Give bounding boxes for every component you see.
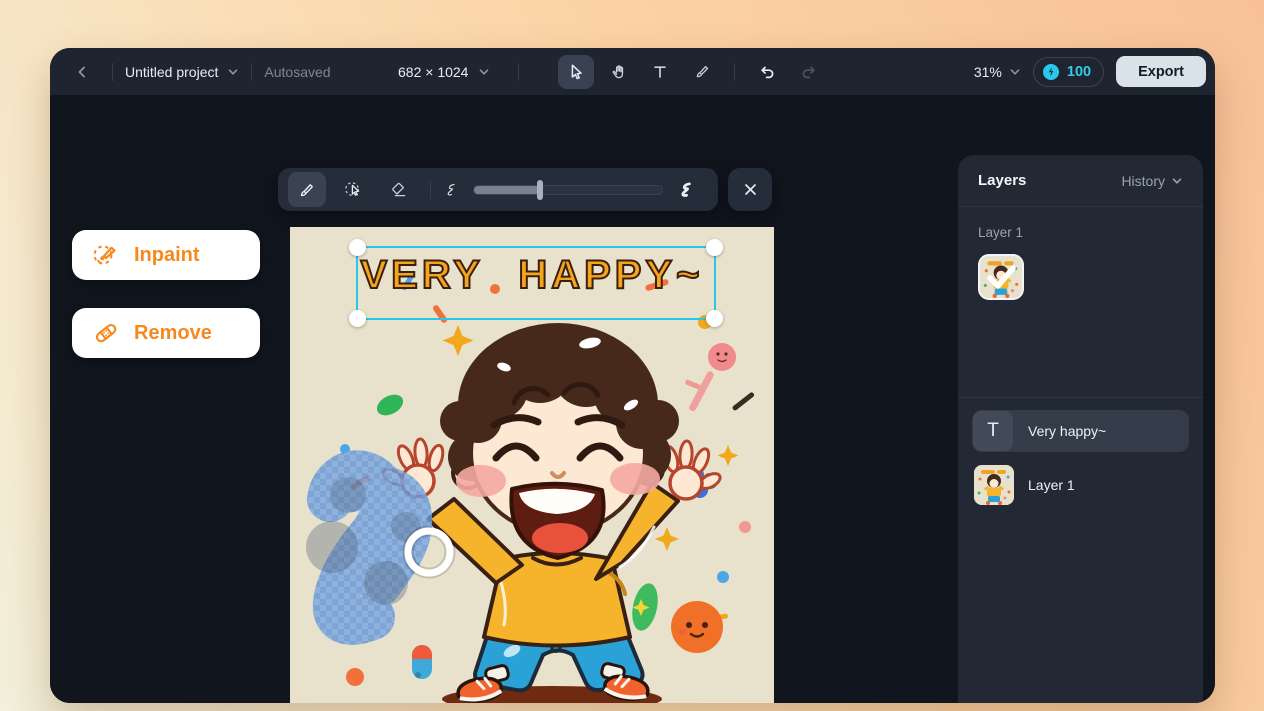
text-tool-button[interactable] [642, 55, 678, 89]
pointer-tool-button[interactable] [558, 54, 594, 89]
smart-select-icon [344, 180, 363, 199]
close-brush-toolbar-button[interactable] [728, 168, 772, 211]
undo-icon [758, 63, 776, 81]
selection-handle-top-right[interactable] [706, 239, 723, 256]
redo-icon [800, 63, 818, 81]
right-hand [662, 439, 722, 501]
eraser-tool-button[interactable] [380, 172, 418, 207]
divider [251, 62, 253, 81]
zoom-level-menu[interactable]: 31% [974, 64, 1021, 80]
zoom-level-value: 31% [973, 63, 1002, 80]
mask-brush-tool-button[interactable] [288, 172, 326, 207]
layers-panel-header: Layers History [958, 155, 1203, 207]
chevron-left-icon [74, 64, 90, 80]
close-icon [743, 182, 758, 197]
brush-toolbar [278, 168, 718, 211]
layers-title: Layers [978, 172, 1027, 189]
autosave-status: Autosaved [264, 63, 331, 80]
remove-label: Remove [134, 321, 212, 344]
project-name: Untitled project [125, 63, 219, 80]
credits-icon [1042, 63, 1060, 81]
image-layer-name: Layer 1 [1028, 477, 1075, 493]
smart-select-tool-button[interactable] [334, 172, 372, 207]
text-icon [652, 64, 668, 80]
brush-tool-button[interactable] [684, 55, 720, 89]
selection-handle-bottom-right[interactable] [706, 310, 723, 327]
redo-button[interactable] [791, 55, 827, 89]
divider [112, 62, 113, 81]
layer-row-text[interactable]: T Very happy~ [972, 410, 1189, 452]
image-layer-thumbnail [974, 465, 1014, 505]
brush-size-small-icon [443, 182, 459, 198]
undo-button[interactable] [749, 55, 785, 89]
text-layer-icon: T [973, 411, 1013, 451]
selection-handle-bottom-left[interactable] [349, 310, 366, 327]
credits-count: 100 [1066, 63, 1092, 80]
brush-icon [694, 63, 711, 80]
text-selection-box[interactable] [349, 239, 723, 327]
pointer-icon [568, 63, 585, 80]
credits-badge[interactable]: 100 [1032, 56, 1105, 87]
brush-slider-fill [474, 185, 540, 194]
smiley-ball [671, 601, 723, 653]
layer-row-image[interactable]: Layer 1 [972, 464, 1189, 506]
canvas-artboard[interactable]: VERY HAPPY~ [290, 227, 774, 703]
brush-icon [298, 181, 316, 199]
inpaint-label: Inpaint [134, 243, 200, 266]
inpaint-magic-brush-icon [92, 241, 120, 269]
topbar: Untitled project Autosaved 682 × 1024 31… [50, 48, 1215, 95]
brush-slider-handle[interactable] [536, 179, 543, 200]
text-layer-name: Very happy~ [1028, 423, 1107, 439]
bandaid-icon [92, 319, 120, 347]
selection-handle-top-left[interactable] [349, 239, 366, 256]
active-layer-section: Layer 1 [958, 207, 1203, 398]
brush-size-large-icon [677, 181, 695, 199]
chevron-down-icon [227, 66, 239, 78]
checkmark-icon [987, 265, 1016, 289]
layers-panel: Layers History Layer 1 T Very happy~ Lay… [958, 155, 1203, 703]
hand-icon [610, 63, 627, 80]
divider [518, 62, 520, 81]
canvas-size-value: 682 × 1024 [398, 63, 469, 80]
capsule [412, 645, 432, 679]
history-label: History [1121, 172, 1165, 189]
chevron-down-icon[interactable] [478, 66, 490, 78]
back-button[interactable] [64, 55, 100, 89]
chevron-down-icon [1171, 175, 1183, 187]
divider [430, 180, 431, 199]
remove-button[interactable]: Remove [72, 308, 260, 358]
inpaint-button[interactable]: Inpaint [72, 230, 260, 280]
brush-size-slider[interactable] [473, 179, 663, 200]
lollipop [689, 343, 736, 412]
eraser-icon [390, 181, 408, 199]
divider [734, 62, 735, 81]
app-window: Untitled project Autosaved 682 × 1024 31… [50, 48, 1215, 703]
project-name-menu[interactable]: Untitled project [125, 64, 239, 80]
active-layer-label: Layer 1 [978, 225, 1024, 240]
active-layer-thumbnail[interactable] [978, 254, 1024, 300]
export-button[interactable]: Export [1116, 56, 1206, 87]
history-menu[interactable]: History [1121, 173, 1183, 189]
workspace: Inpaint Remove VERY HAPPY~ Layers Histor… [50, 95, 1215, 703]
hand-tool-button[interactable] [600, 55, 636, 89]
chevron-down-icon [1009, 66, 1021, 78]
layer-list: T Very happy~ Layer 1 [958, 398, 1203, 518]
